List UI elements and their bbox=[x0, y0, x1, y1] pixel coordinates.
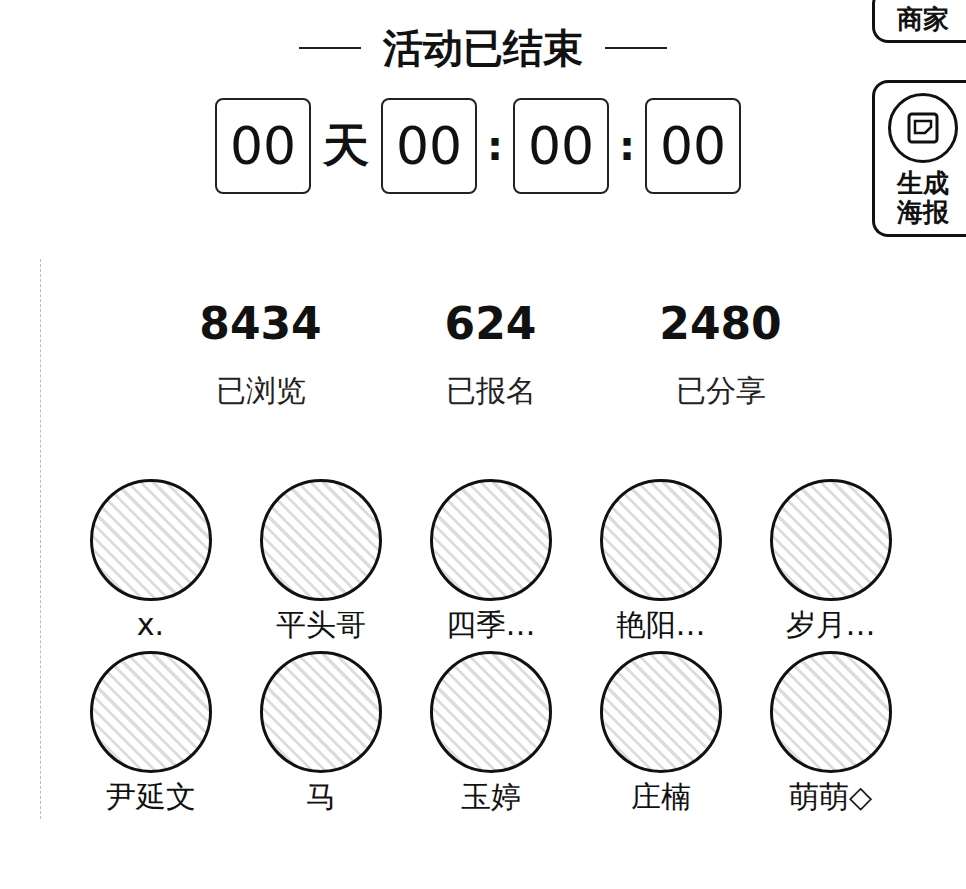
stats: 8434 已浏览 624 已报名 2480 已分享 bbox=[41, 259, 940, 411]
poster-label: 生成海报 bbox=[897, 169, 949, 226]
stats-card: 8434 已浏览 624 已报名 2480 已分享 x. 平头哥 四季… 艳阳… 岁月… 尹延文 马 玉婷… bbox=[40, 259, 940, 819]
stat-value: 2480 bbox=[659, 299, 781, 349]
participant[interactable]: 玉婷 bbox=[406, 651, 576, 815]
stat: 624 已报名 bbox=[376, 299, 606, 411]
participant[interactable]: 尹延文 bbox=[66, 651, 236, 815]
participant-name: 岁月… bbox=[786, 607, 876, 643]
participant[interactable]: x. bbox=[66, 479, 236, 643]
avatar-image[interactable] bbox=[600, 479, 722, 601]
stat-label: 已浏览 bbox=[216, 371, 306, 411]
days-box: 00 bbox=[215, 98, 311, 194]
participant-name: 萌萌◇ bbox=[789, 779, 872, 815]
day-unit: 天 bbox=[321, 115, 371, 177]
participant-name: 尹延文 bbox=[106, 779, 196, 815]
merchant-label: 商家 bbox=[897, 5, 949, 34]
poster-button[interactable]: 生成海报 bbox=[872, 80, 966, 237]
poster-icon bbox=[888, 93, 958, 163]
avatar-image[interactable] bbox=[430, 651, 552, 773]
separator: : bbox=[487, 123, 503, 169]
avatar-image[interactable] bbox=[90, 651, 212, 773]
avatar-image[interactable] bbox=[770, 479, 892, 601]
title-row: 活动已结束 bbox=[0, 18, 966, 78]
participant-name: 四季… bbox=[446, 607, 536, 643]
avatar-image[interactable] bbox=[430, 479, 552, 601]
participant[interactable]: 四季… bbox=[406, 479, 576, 643]
participant[interactable]: 岁月… bbox=[746, 479, 916, 643]
participant-name: x. bbox=[137, 607, 164, 643]
hours-box: 00 bbox=[381, 98, 477, 194]
avatar-image[interactable] bbox=[770, 651, 892, 773]
countdown: 00天00:00:00 bbox=[0, 98, 966, 194]
minutes-box: 00 bbox=[513, 98, 609, 194]
participant[interactable]: 平头哥 bbox=[236, 479, 406, 643]
participant[interactable]: 庄楠 bbox=[576, 651, 746, 815]
title-line bbox=[299, 47, 361, 49]
avatar-image[interactable] bbox=[260, 651, 382, 773]
merchant-button[interactable]: 商家 bbox=[872, 0, 966, 43]
participant[interactable]: 马 bbox=[236, 651, 406, 815]
stat-label: 已报名 bbox=[446, 371, 536, 411]
participant-name: 马 bbox=[306, 779, 336, 815]
stat: 8434 已浏览 bbox=[146, 299, 376, 411]
stat-value: 8434 bbox=[199, 299, 321, 349]
seconds-box: 00 bbox=[645, 98, 741, 194]
stat-label: 已分享 bbox=[676, 371, 766, 411]
participant-name: 平头哥 bbox=[276, 607, 366, 643]
participant-name: 庄楠 bbox=[631, 779, 691, 815]
separator: : bbox=[619, 123, 635, 169]
stat: 2480 已分享 bbox=[606, 299, 836, 411]
title: 活动已结束 bbox=[383, 18, 583, 78]
avatar-image[interactable] bbox=[600, 651, 722, 773]
stat-value: 624 bbox=[445, 299, 537, 349]
participant-grid: x. 平头哥 四季… 艳阳… 岁月… 尹延文 马 玉婷 庄楠 萌萌◇ bbox=[41, 479, 940, 815]
avatar-image[interactable] bbox=[260, 479, 382, 601]
avatar-image[interactable] bbox=[90, 479, 212, 601]
participant[interactable]: 艳阳… bbox=[576, 479, 746, 643]
participant-name: 玉婷 bbox=[461, 779, 521, 815]
title-line bbox=[605, 47, 667, 49]
participant[interactable]: 萌萌◇ bbox=[746, 651, 916, 815]
participant-name: 艳阳… bbox=[616, 607, 706, 643]
